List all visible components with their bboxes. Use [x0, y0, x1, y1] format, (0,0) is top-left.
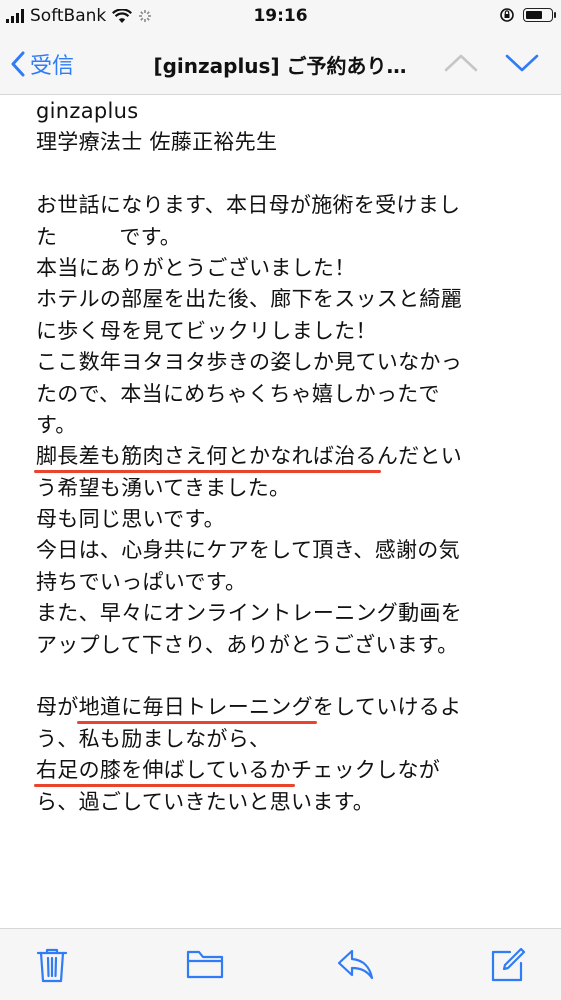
underlined-text: 地道に毎日トレーニング [78, 695, 313, 720]
body-line: 本当にありがとうございました！ [36, 255, 356, 280]
reply-button[interactable] [336, 947, 374, 985]
body-line: 今日は、心身共にケアをして頂き、感謝の気 [36, 538, 460, 563]
previous-message-button[interactable] [444, 52, 478, 78]
body-line: たので、本当にめちゃくちゃ嬉しかったで [36, 381, 440, 406]
message-subject: [ginzaplus] ご予約あり… [153, 54, 407, 78]
body-text: をしていけるよ [312, 695, 462, 720]
body-text: チェックしなが [290, 758, 441, 783]
body-line: 脚長差も筋肉さえ何とかなれば治るんだとい [36, 441, 526, 472]
body-line: 右足の膝を伸ばしているかチェックしなが [36, 755, 526, 786]
body-line: に歩く母を見てビックリしました！ [36, 318, 377, 343]
message-body: ginzaplus 理学療法士 佐藤正裕先生 お世話になります、本日母が施術を受… [36, 96, 526, 818]
body-text: です。 [119, 224, 182, 249]
recipient-line: 理学療法士 佐藤正裕先生 [36, 130, 278, 155]
nav-bar: 受信 [ginzaplus] ご予約あり… [0, 34, 561, 95]
chevron-left-icon [11, 51, 25, 77]
reply-icon [337, 949, 374, 980]
body-line: アップして下さり、ありがとうございます。 [36, 632, 459, 657]
body-line: た です。 [36, 222, 526, 253]
status-right [499, 7, 556, 23]
next-message-button[interactable] [505, 52, 539, 78]
compose-button[interactable] [490, 947, 526, 987]
underlined-text: 右足の膝を伸ばしているか [36, 758, 291, 783]
body-line: お世話になります、本日母が施術を受けまし [36, 193, 461, 218]
body-line: ここ数年ヨタヨタ歩きの姿しか見ていなかっ [36, 350, 462, 375]
back-button[interactable]: 受信 [10, 46, 74, 82]
move-folder-button[interactable] [186, 947, 224, 985]
chevron-up-icon [444, 54, 478, 72]
body-line: 母も同じ思いです。 [36, 507, 225, 532]
battery-icon [523, 8, 556, 22]
body-line: 持ちでいっぱいです。 [36, 569, 247, 594]
body-text: た [36, 224, 58, 249]
body-line: う、私も励ましながら、 [36, 726, 271, 751]
status-time: 19:16 [253, 6, 308, 26]
body-text: 母が [36, 695, 79, 720]
body-line: う希望も湧いてきました。 [36, 475, 291, 500]
body-line: ら、過ごしていきたいと思います。 [36, 789, 375, 814]
folder-icon [186, 950, 224, 979]
back-label: 受信 [30, 54, 75, 79]
mail-screen: SoftBank 19:16 受信 [ginzaplus] ご予約あり… gin… [0, 0, 561, 1000]
body-text: んだとい [376, 444, 463, 469]
body-line: 母が地道に毎日トレーニングをしていけるよ [36, 692, 526, 723]
redacted-name [57, 227, 119, 249]
status-bar: SoftBank 19:16 [0, 0, 561, 34]
compose-icon [491, 947, 526, 982]
bottom-toolbar [0, 928, 561, 1000]
body-line: す。 [36, 412, 77, 437]
body-line: また、早々にオンライントレーニング動画を [36, 601, 462, 626]
chevron-down-icon [505, 54, 539, 72]
body-line: ホテルの部屋を出た後、廊下をスッスと綺麗 [36, 287, 462, 312]
underlined-text: 脚長差も筋肉さえ何とかなれば治る [36, 444, 377, 469]
orientation-lock-icon [500, 8, 514, 22]
sender-name: ginzaplus [36, 99, 139, 123]
trash-icon [36, 948, 68, 983]
trash-button[interactable] [36, 947, 68, 987]
